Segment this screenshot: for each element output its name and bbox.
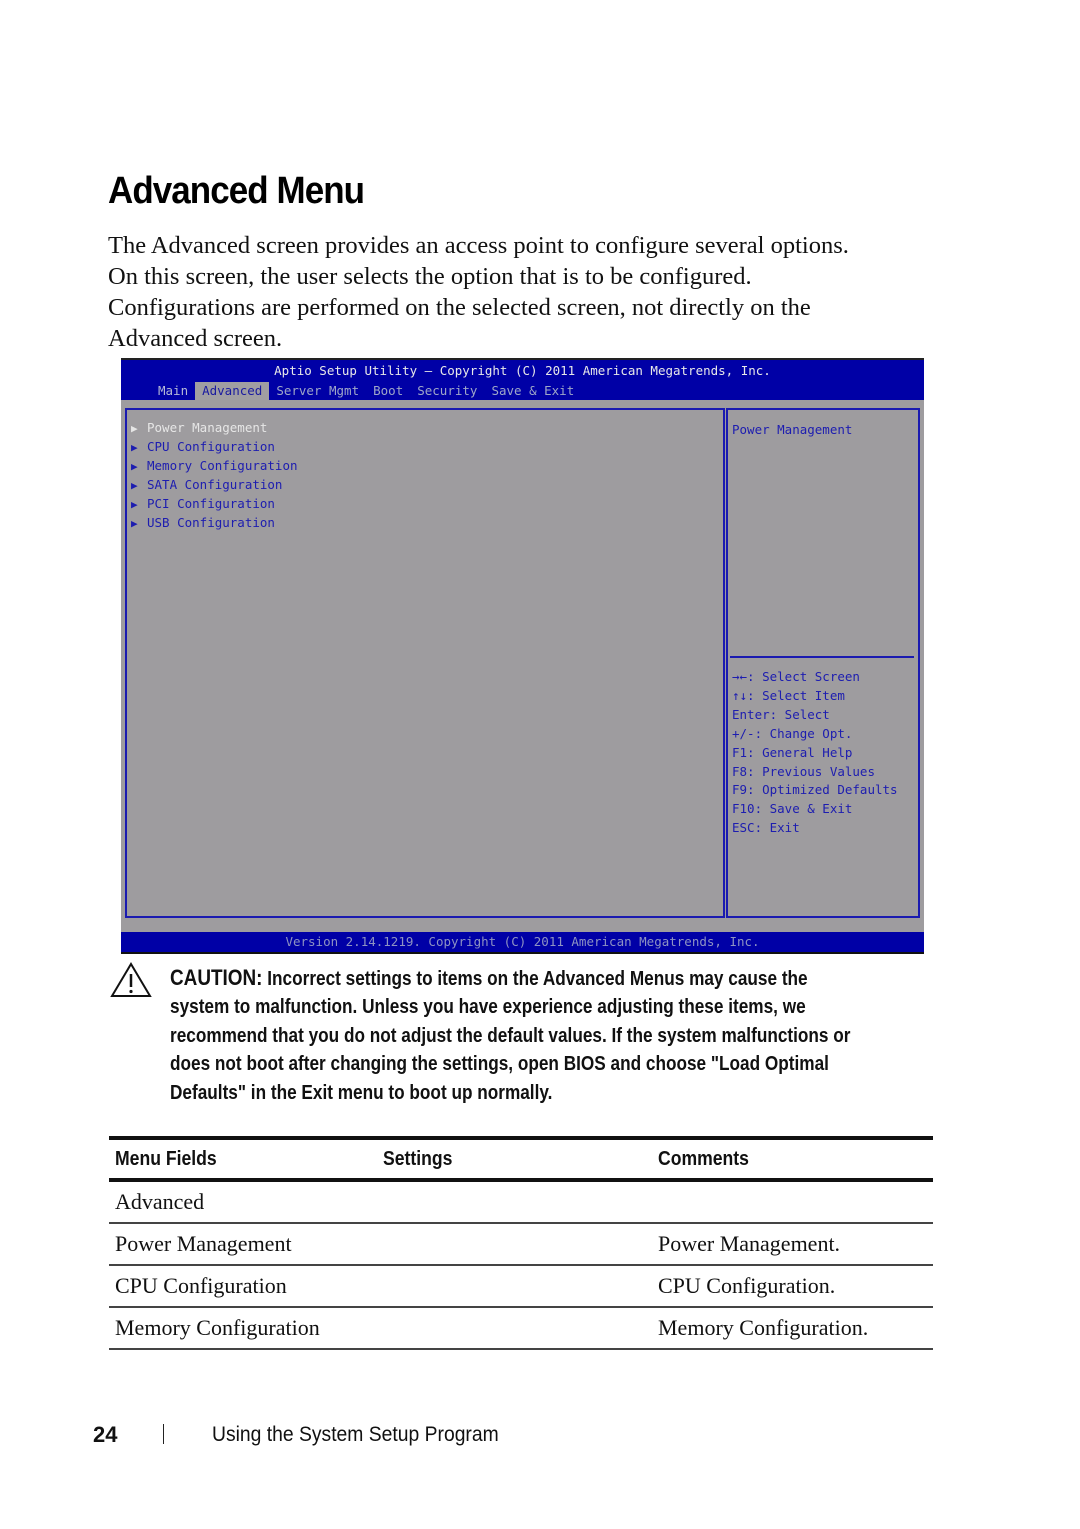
key-hint: F1: General Help [732, 744, 853, 760]
bios-item-label: SATA Configuration [147, 477, 283, 492]
table-row: Memory Configuration Memory Configuratio… [109, 1308, 933, 1350]
table-section-row: Advanced [109, 1182, 933, 1224]
intro-line: Advanced screen. [108, 325, 283, 352]
triangle-right-icon: ▶ [131, 498, 138, 511]
bios-title: Aptio Setup Utility – Copyright (C) 2011… [274, 363, 771, 378]
bios-tab-main[interactable]: Main [151, 382, 195, 400]
caution-line: Defaults" in the Exit menu to boot up no… [170, 1081, 553, 1104]
caution-line: system to malfunction. Unless you have e… [170, 996, 806, 1019]
bios-header: Aptio Setup Utility – Copyright (C) 2011… [121, 360, 924, 400]
section-label: Advanced [115, 1189, 205, 1214]
cell-comments: Memory Configuration. [658, 1315, 869, 1340]
bios-tab-save-exit[interactable]: Save & Exit [484, 382, 581, 400]
bios-help-panel: Power Management →←: Select Screen ↑↓: S… [726, 408, 920, 918]
bios-item-label: Power Management [147, 420, 268, 435]
triangle-right-icon: ▶ [131, 460, 138, 473]
cell-field: Memory Configuration [115, 1315, 320, 1340]
key-hint: →←: Select Screen [732, 669, 860, 684]
triangle-right-icon: ▶ [131, 517, 138, 530]
page-title: Advanced Menu [108, 170, 365, 212]
caution-note: CAUTION: Incorrect settings to items on … [170, 964, 851, 1107]
bios-item-sata-configuration[interactable]: ▶ SATA Configuration [131, 477, 282, 492]
key-hint: F8: Previous Values [732, 763, 875, 779]
bios-key-legend: →←: Select Screen ↑↓: Select Item Enter:… [732, 668, 898, 838]
key-hint: F10: Save & Exit [732, 801, 853, 817]
cell-field: Power Management [115, 1231, 292, 1256]
bios-item-label: USB Configuration [147, 515, 275, 530]
header-menu-fields: Menu Fields [115, 1147, 217, 1170]
bios-item-usb-configuration[interactable]: ▶ USB Configuration [131, 515, 275, 530]
cell-comments: CPU Configuration. [658, 1273, 836, 1298]
table-row: CPU Configuration CPU Configuration. [109, 1266, 933, 1308]
bios-item-label: PCI Configuration [147, 496, 275, 511]
intro-paragraph: The Advanced screen provides an access p… [108, 230, 928, 354]
bios-tab-server-mgmt[interactable]: Server Mgmt [269, 382, 366, 400]
bios-help-text: Power Management [732, 422, 853, 437]
warning-triangle-icon [110, 962, 152, 997]
triangle-right-icon: ▶ [131, 422, 138, 435]
bios-item-power-management[interactable]: ▶ Power Management [131, 420, 267, 435]
bios-tab-security[interactable]: Security [410, 382, 484, 400]
key-hint: +/-: Change Opt. [732, 725, 853, 741]
bios-item-cpu-configuration[interactable]: ▶ CPU Configuration [131, 439, 275, 454]
cell-field: CPU Configuration [115, 1273, 287, 1298]
header-settings: Settings [383, 1147, 453, 1170]
bios-tab-boot[interactable]: Boot [366, 382, 410, 400]
intro-line: The Advanced screen provides an access p… [108, 232, 849, 259]
bios-item-label: Memory Configuration [147, 458, 298, 473]
bios-help-divider [730, 656, 914, 658]
key-hint: ↑↓: Select Item [732, 687, 845, 703]
bios-item-label: CPU Configuration [147, 439, 275, 454]
table-header: Menu Fields Settings Comments [109, 1140, 933, 1182]
bios-item-pci-configuration[interactable]: ▶ PCI Configuration [131, 496, 275, 511]
menu-fields-table: Menu Fields Settings Comments Advanced P… [109, 1136, 933, 1350]
caution-line: recommend that you do not adjust the def… [170, 1024, 851, 1047]
page-number: 24 [93, 1422, 118, 1447]
intro-line: On this screen, the user selects the opt… [108, 263, 752, 290]
key-hint: Enter: Select [732, 706, 830, 722]
triangle-right-icon: ▶ [131, 479, 138, 492]
footer-separator [163, 1424, 164, 1444]
triangle-right-icon: ▶ [131, 441, 138, 454]
bios-screenshot: Aptio Setup Utility – Copyright (C) 2011… [121, 358, 924, 954]
bios-menu-panel: ▶ Power Management ▶ CPU Configuration ▶ Me… [125, 408, 725, 918]
footer-section-title: Using the System Setup Program [212, 1423, 499, 1446]
caution-label: CAUTION: [170, 965, 263, 990]
intro-line: Configurations are performed on the sele… [108, 294, 811, 321]
caution-line: does not boot after changing the setting… [170, 1053, 829, 1076]
cell-comments: Power Management. [658, 1231, 841, 1256]
bios-footer: Version 2.14.1219. Copyright (C) 2011 Am… [121, 932, 924, 954]
bios-item-memory-configuration[interactable]: ▶ Memory Configuration [131, 458, 298, 473]
bios-tab-bar: Main Advanced Server Mgmt Boot Security … [151, 382, 581, 400]
table-row: Power Management Power Management. [109, 1224, 933, 1266]
bios-tab-advanced[interactable]: Advanced [195, 382, 270, 400]
header-comments: Comments [658, 1147, 749, 1170]
key-hint: F9: Optimized Defaults [732, 782, 898, 798]
caution-line: Incorrect settings to items on the Advan… [267, 968, 808, 990]
key-hint: ESC: Exit [732, 820, 800, 836]
